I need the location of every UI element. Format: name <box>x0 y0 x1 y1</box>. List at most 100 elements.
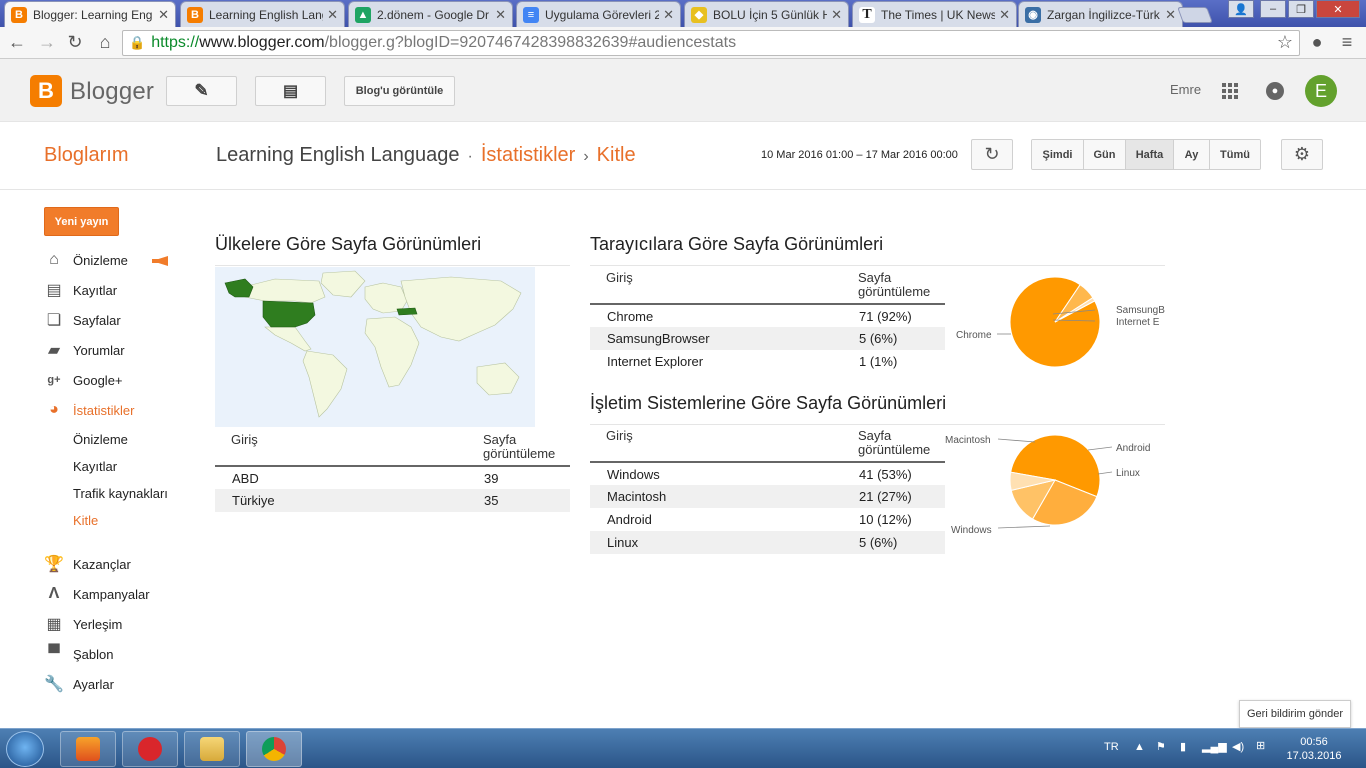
settings-button[interactable]: ⚙ <box>1281 139 1323 170</box>
new-post-pencil-button[interactable]: ✎ <box>166 76 237 106</box>
map-canada[interactable] <box>242 278 326 304</box>
address-bar[interactable]: 🔒 https://www.blogger.com/blogger.g?blog… <box>122 30 1300 56</box>
close-icon[interactable]: ✕ <box>663 7 674 23</box>
pie-label: SamsungB <box>1116 305 1165 316</box>
action-center-icon[interactable]: ⊞ <box>1256 739 1265 752</box>
sidebar-item-label: Yorumlar <box>73 342 125 358</box>
maximize-button[interactable]: ❐ <box>1288 0 1314 18</box>
sidebar-subitem-posts[interactable]: Kayıtlar <box>73 459 117 474</box>
close-icon[interactable]: ✕ <box>495 7 506 23</box>
sidebar-item-layout[interactable]: ▦ Yerleşim <box>44 613 122 635</box>
browser-tab-3[interactable]: ▲ 2.dönem - Google Dr ✕ <box>348 1 513 27</box>
signal-icon[interactable]: ▂▄▆ <box>1202 740 1227 753</box>
tray-arrow-icon[interactable]: ▲ <box>1134 741 1145 753</box>
close-icon[interactable]: ✕ <box>158 7 169 23</box>
send-feedback-button[interactable]: Geri bildirim gönder <box>1239 700 1351 728</box>
sidebar-item-posts[interactable]: ▤ Kayıtlar <box>44 279 117 301</box>
new-post-button[interactable]: Yeni yayın <box>44 207 119 236</box>
flag-icon[interactable]: ⚑ <box>1156 740 1166 753</box>
new-tab-button[interactable] <box>1177 7 1213 23</box>
close-icon[interactable]: ✕ <box>1165 7 1176 23</box>
period-week-button[interactable]: Hafta <box>1126 140 1174 169</box>
close-window-button[interactable]: ✕ <box>1316 0 1360 18</box>
home-icon[interactable]: ⌂ <box>94 31 116 53</box>
reload-icon[interactable]: ↻ <box>64 31 86 53</box>
taskbar-clock[interactable]: 00:56 17.03.2016 <box>1282 735 1346 763</box>
bookmark-star-icon[interactable]: ☆ <box>1274 31 1296 53</box>
minimize-button[interactable]: – <box>1260 0 1286 18</box>
map-africa[interactable] <box>364 316 420 388</box>
map-australia[interactable] <box>476 362 520 396</box>
period-month-button[interactable]: Ay <box>1174 140 1210 169</box>
taskbar-screen-recorder[interactable] <box>122 731 178 767</box>
logo-text[interactable]: Blogger <box>70 78 154 106</box>
map-greenland[interactable] <box>320 270 366 298</box>
browser-tab-1[interactable]: B Blogger: Learning Eng ✕ <box>4 1 176 27</box>
sidebar-item-google-plus[interactable]: g+ Google+ <box>44 369 122 391</box>
sidebar-item-stats[interactable]: ◕ İstatistikler <box>44 399 134 421</box>
browser-tab-5[interactable]: ◆ BOLU İçin 5 Günlük H ✕ <box>684 1 849 27</box>
user-icon[interactable]: 👤 <box>1228 0 1254 18</box>
blog-name[interactable]: Learning English Language <box>216 144 460 166</box>
map-asia[interactable] <box>400 276 522 342</box>
pie-label: Macintosh <box>945 435 991 446</box>
blogger-logo-icon[interactable]: B <box>30 75 62 107</box>
taskbar-media-player[interactable] <box>60 731 116 767</box>
sidebar-item-settings[interactable]: 🔧 Ayarlar <box>44 673 114 695</box>
map-mexico-central-america[interactable] <box>264 326 312 352</box>
adwords-icon: Λ <box>48 585 60 602</box>
close-icon[interactable]: ✕ <box>831 7 842 23</box>
menu-icon[interactable]: ≡ <box>1336 31 1358 53</box>
browser-tab-2[interactable]: B Learning English Lang ✕ <box>180 1 345 27</box>
taskbar-chrome[interactable] <box>246 731 302 767</box>
world-map[interactable] <box>215 267 535 427</box>
column-header: Sayfa görüntüleme <box>842 271 945 305</box>
back-arrow-icon[interactable]: ← <box>6 31 28 53</box>
map-south-america[interactable] <box>302 350 348 418</box>
refresh-button[interactable]: ↻ <box>971 139 1013 170</box>
view-blog-button[interactable]: Blog'u görüntüle <box>344 76 455 106</box>
blogger-icon: B <box>11 6 27 23</box>
period-all-button[interactable]: Tümü <box>1210 140 1260 169</box>
forward-arrow-icon[interactable]: → <box>36 31 58 53</box>
user-name[interactable]: Emre <box>1170 82 1201 97</box>
sidebar-item-comments[interactable]: ▰ Yorumlar <box>44 339 125 361</box>
cell-value: 71 (92%) <box>859 308 912 324</box>
windows-start-icon[interactable] <box>6 731 44 767</box>
sidebar-item-overview[interactable]: ⌂ Önizleme <box>44 249 128 271</box>
volume-icon[interactable]: ◀) <box>1232 740 1244 753</box>
map-alaska[interactable] <box>224 278 254 298</box>
map-usa[interactable] <box>262 300 316 328</box>
sidebar-item-campaigns[interactable]: Λ Kampanyalar <box>44 583 150 605</box>
sidebar-subitem-overview[interactable]: Önizleme <box>73 432 128 447</box>
posts-icon: ▤ <box>46 282 62 299</box>
browser-tab-6[interactable]: T The Times | UK News ✕ <box>852 1 1017 27</box>
avatar[interactable]: E <box>1305 75 1337 107</box>
sidebar-item-template[interactable]: ▀ Şablon <box>44 643 113 665</box>
extension-icon[interactable]: ● <box>1306 31 1328 53</box>
map-turkey[interactable] <box>396 307 418 316</box>
os-table: Giriş Sayfa görüntüleme Windows 41 (53%)… <box>590 429 945 554</box>
sidebar-subitem-audience[interactable]: Kitle <box>73 513 98 528</box>
period-day-button[interactable]: Gün <box>1084 140 1126 169</box>
battery-icon[interactable]: ▮ <box>1180 740 1186 753</box>
close-icon[interactable]: ✕ <box>327 7 338 23</box>
posts-list-button[interactable]: ▤ <box>255 76 326 106</box>
column-header: Sayfa görüntüleme <box>467 433 570 467</box>
sidebar-item-pages[interactable]: ❏ Sayfalar <box>44 309 121 331</box>
sidebar-item-earnings[interactable]: 🏆 Kazançlar <box>44 553 131 575</box>
tab-title: Uygulama Görevleri 2 <box>545 7 660 22</box>
apps-grid-icon[interactable] <box>1222 83 1238 99</box>
browser-tab-7[interactable]: ◉ Zargan İngilizce-Türk ✕ <box>1018 1 1183 27</box>
my-blogs-link[interactable]: Bloglarım <box>44 144 128 167</box>
close-icon[interactable]: ✕ <box>999 7 1010 23</box>
sidebar-subitem-traffic-sources[interactable]: Trafik kaynakları <box>73 486 168 501</box>
language-indicator[interactable]: TR <box>1104 741 1119 753</box>
browser-tab-4[interactable]: ≡ Uygulama Görevleri 2 ✕ <box>516 1 681 27</box>
period-now-button[interactable]: Şimdi <box>1032 140 1084 169</box>
taskbar-file-explorer[interactable] <box>184 731 240 767</box>
stats-crumb[interactable]: İstatistikler <box>481 144 575 166</box>
megaphone-icon[interactable] <box>152 256 168 266</box>
notification-bell-icon[interactable]: ● <box>1266 82 1284 100</box>
divider <box>215 265 570 266</box>
